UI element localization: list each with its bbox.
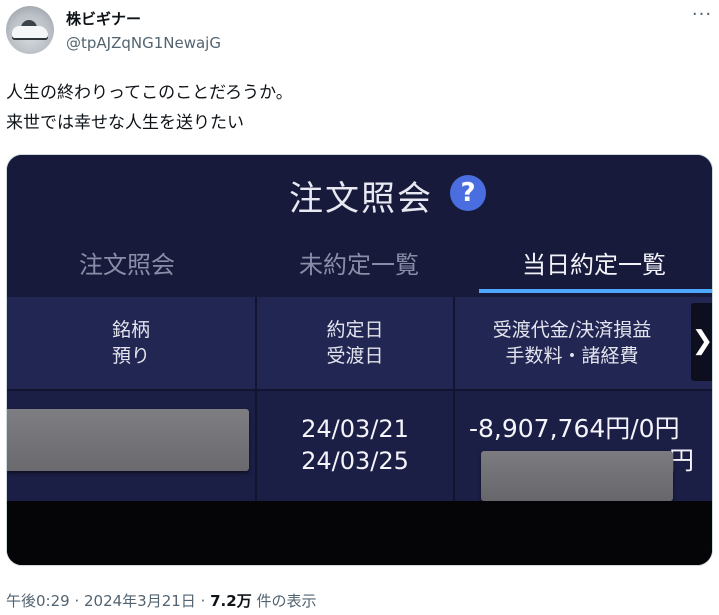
chevron-right-icon: ❯ bbox=[691, 303, 712, 381]
meta-separator: · bbox=[69, 592, 84, 610]
column-header-amount: 受渡代金/決済損益 手数料・諸経費 bbox=[455, 297, 689, 389]
tab-unexecuted-list: 未約定一覧 bbox=[299, 251, 419, 279]
car-avatar-icon bbox=[12, 26, 48, 38]
column-header-line: 手数料・諸経費 bbox=[505, 345, 639, 367]
column-header-line: 受渡代金/決済損益 bbox=[492, 319, 652, 341]
screen-title: 注文照会 bbox=[289, 179, 433, 219]
tweet-media-image[interactable]: 注文照会 ? 注文照会 未約定一覧 当日約定一覧 銘柄 預り 約定日 受渡日 受… bbox=[6, 154, 713, 566]
redaction-overlay-stock bbox=[7, 409, 249, 471]
view-count: 7.2万 bbox=[210, 592, 252, 610]
tweet-meta: 午後0:29 · 2024年3月21日 · 7.2万 件の表示 bbox=[6, 590, 316, 611]
redaction-overlay-fee bbox=[481, 451, 673, 501]
trade-date: 24/03/21 bbox=[301, 415, 409, 443]
more-options-icon[interactable]: ··· bbox=[690, 6, 714, 28]
tweet-date[interactable]: 2024年3月21日 bbox=[84, 592, 196, 610]
order-inquiry-screen: 注文照会 ? 注文照会 未約定一覧 当日約定一覧 銘柄 預り 約定日 受渡日 受… bbox=[7, 155, 712, 565]
column-header-line: 預り bbox=[111, 345, 150, 367]
help-icon: ? bbox=[450, 175, 486, 211]
tab-bar: 注文照会 未約定一覧 当日約定一覧 bbox=[7, 243, 712, 295]
row-divider bbox=[7, 389, 712, 391]
settlement-amount: -8,907,764円/0円 bbox=[469, 414, 680, 443]
column-header-stock: 銘柄 預り bbox=[7, 297, 255, 389]
avatar[interactable] bbox=[6, 6, 54, 54]
tab-today-executed-list: 当日約定一覧 bbox=[522, 251, 666, 279]
column-header-dates: 約定日 受渡日 bbox=[257, 297, 453, 389]
column-header-line: 約定日 bbox=[326, 319, 384, 341]
view-count-label: 件の表示 bbox=[251, 592, 317, 610]
display-name[interactable]: 株ビギナー bbox=[66, 8, 141, 29]
column-divider bbox=[453, 297, 455, 501]
tweet-line-2: 来世では幸せな人生を送りたい bbox=[6, 113, 244, 133]
date-cell: 24/03/21 24/03/25 bbox=[257, 413, 453, 477]
tab-order-inquiry: 注文照会 bbox=[79, 251, 175, 279]
tweet-text: 人生の終わりってこのことだろうか。 来世では幸せな人生を送りたい bbox=[6, 78, 293, 138]
tweet-time[interactable]: 午後0:29 bbox=[6, 592, 70, 610]
screen-bottom bbox=[7, 501, 712, 565]
meta-separator: · bbox=[195, 592, 211, 610]
tweet-line-1: 人生の終わりってこのことだろうか。 bbox=[6, 83, 293, 103]
user-handle[interactable]: @tpAJZqNG1NewajG bbox=[66, 34, 221, 52]
active-tab-indicator bbox=[479, 289, 712, 293]
settle-date: 24/03/25 bbox=[301, 447, 409, 475]
column-header-line: 受渡日 bbox=[326, 345, 384, 367]
column-header-line: 銘柄 bbox=[111, 319, 150, 341]
